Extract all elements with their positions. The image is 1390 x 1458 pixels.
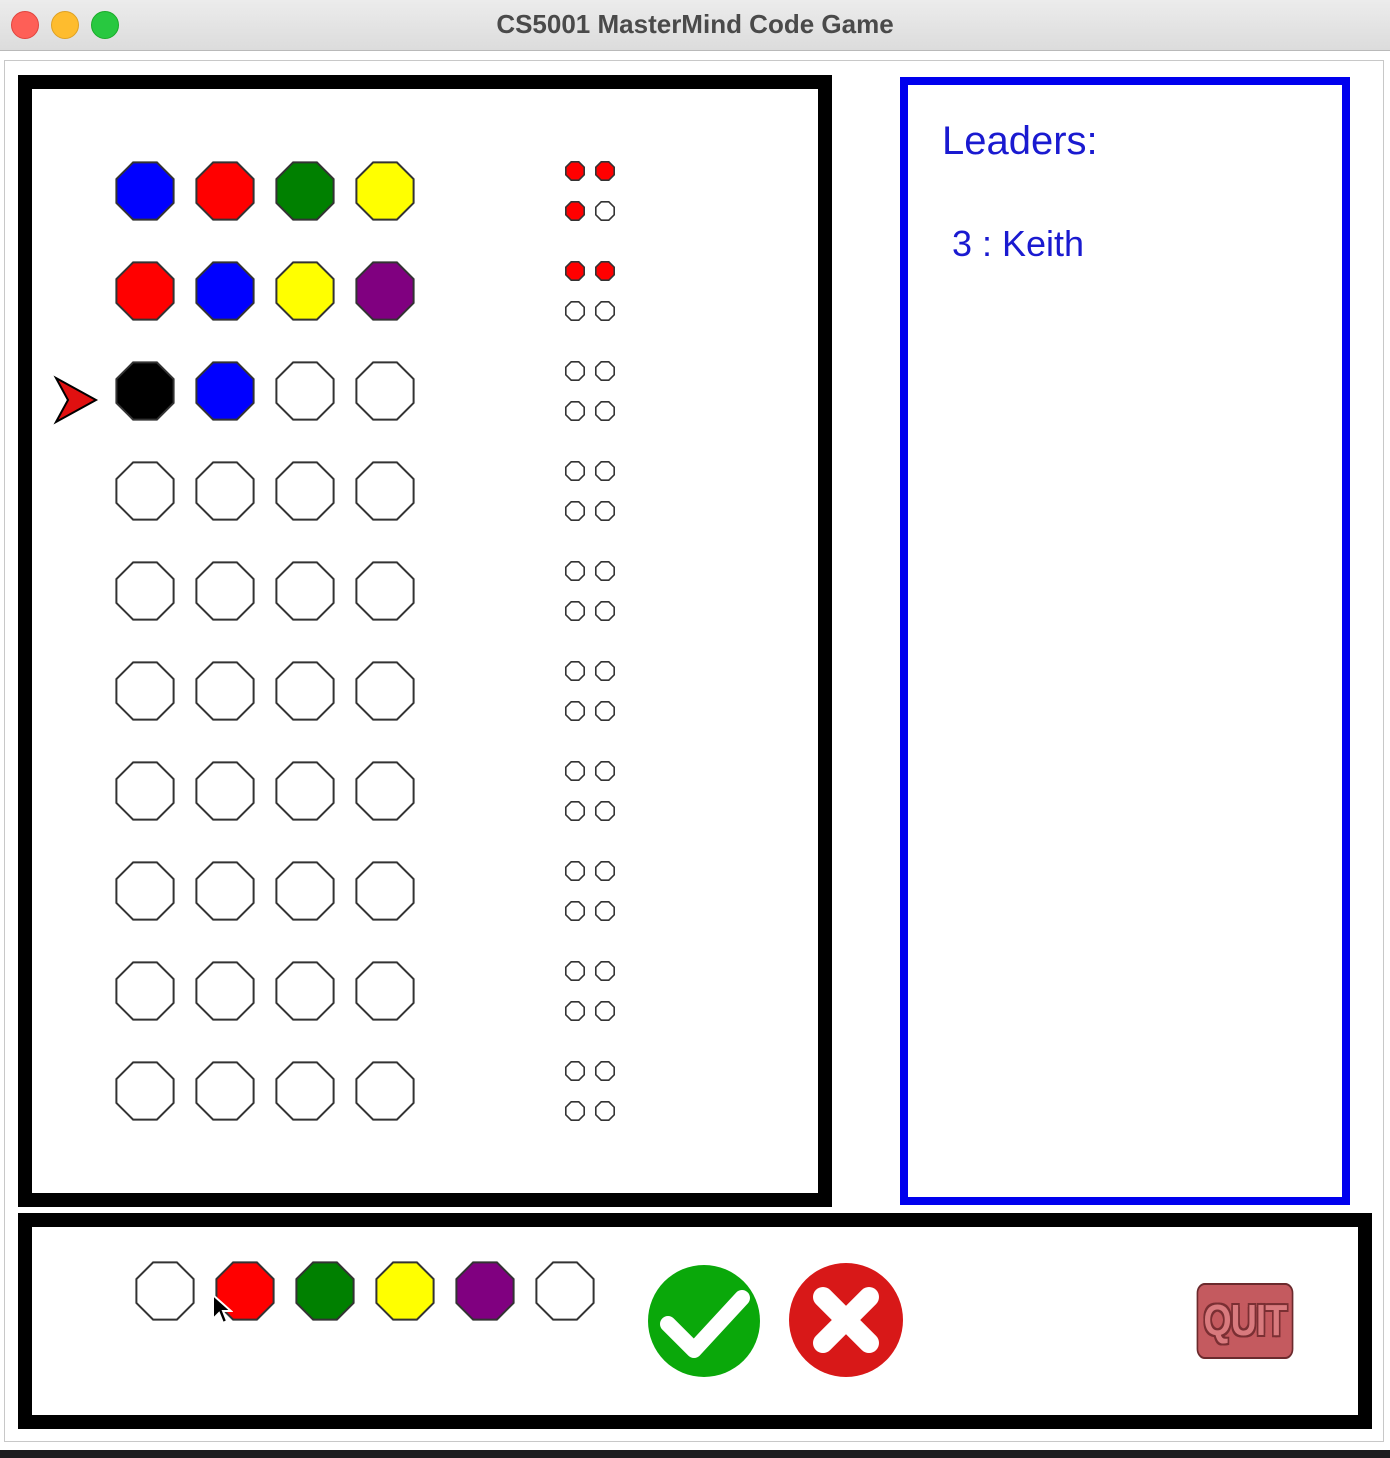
guess-peg-yellow (275, 261, 335, 321)
cancel-button[interactable] (787, 1260, 905, 1380)
feedback-peg-white (594, 201, 616, 221)
guess-peg-blue (195, 261, 255, 321)
feedback-peg-white (564, 300, 586, 322)
feedback-peg-white (564, 900, 586, 922)
feedback-peg-white (564, 600, 586, 622)
feedback-peg-white (564, 560, 586, 582)
feedback-peg-white (594, 1000, 616, 1022)
feedback-peg-white (564, 960, 586, 982)
guess-peg-white (115, 961, 175, 1021)
guess-peg-white (115, 561, 175, 621)
guess-peg-blue (115, 161, 175, 221)
feedback-peg-white (594, 900, 616, 922)
guess-peg-white (355, 361, 415, 421)
feedback-peg-white (594, 860, 616, 882)
mouse-cursor-icon (212, 1293, 233, 1325)
feedback-peg-red (594, 161, 616, 181)
guess-peg-white (275, 361, 335, 421)
guess-peg-red (195, 161, 255, 221)
guess-peg-white (275, 661, 335, 721)
guess-peg-purple (355, 261, 415, 321)
feedback-peg-white (594, 960, 616, 982)
feedback-peg-white (564, 700, 586, 722)
guess-peg-white (195, 761, 255, 821)
feedback-peg-white (594, 360, 616, 382)
guess-peg-white (115, 861, 175, 921)
feedback-peg-white (564, 1101, 586, 1121)
guess-peg-white (355, 861, 415, 921)
feedback-peg-white (594, 460, 616, 482)
quit-button[interactable]: QUIT (1196, 1283, 1294, 1359)
feedback-peg-white (594, 760, 616, 782)
guess-peg-yellow (355, 161, 415, 221)
guess-peg-white (195, 461, 255, 521)
guess-peg-white (355, 561, 415, 621)
feedback-peg-white (594, 500, 616, 522)
guess-peg-white (115, 1061, 175, 1121)
guess-peg-white (355, 961, 415, 1021)
guess-peg-white (355, 1061, 415, 1121)
guess-peg-white (355, 461, 415, 521)
guess-peg-white (195, 861, 255, 921)
game-window: CS5001 MasterMind Code Game Leaders: 3 :… (0, 0, 1390, 1450)
feedback-peg-white (564, 1000, 586, 1022)
feedback-peg-white (564, 500, 586, 522)
feedback-peg-white (594, 800, 616, 822)
guess-peg-blue (195, 361, 255, 421)
peg-layer (53, 161, 616, 1321)
guess-peg-white (275, 761, 335, 821)
guess-peg-white (115, 461, 175, 521)
feedback-peg-white (564, 760, 586, 782)
feedback-peg-red (564, 201, 586, 221)
guess-peg-white (195, 961, 255, 1021)
feedback-peg-white (564, 1061, 586, 1081)
feedback-peg-white (564, 800, 586, 822)
palette-peg-green[interactable] (295, 1261, 355, 1321)
guess-peg-white (195, 1061, 255, 1121)
current-row-arrow-icon (53, 375, 99, 425)
feedback-peg-white (594, 600, 616, 622)
guess-peg-green (275, 161, 335, 221)
guess-peg-white (195, 561, 255, 621)
feedback-peg-white (594, 300, 616, 322)
feedback-peg-white (594, 560, 616, 582)
feedback-peg-red (594, 260, 616, 282)
guess-peg-white (275, 561, 335, 621)
guess-peg-white (115, 661, 175, 721)
palette-peg-yellow[interactable] (375, 1261, 435, 1321)
feedback-peg-white (594, 1061, 616, 1081)
feedback-peg-white (594, 1101, 616, 1121)
guess-peg-white (275, 461, 335, 521)
feedback-peg-white (594, 660, 616, 682)
feedback-peg-red (564, 260, 586, 282)
feedback-peg-white (564, 860, 586, 882)
palette-peg-white[interactable] (535, 1261, 595, 1321)
palette-peg-white[interactable] (135, 1261, 195, 1321)
feedback-peg-white (564, 460, 586, 482)
guess-peg-white (195, 661, 255, 721)
feedback-peg-white (594, 400, 616, 422)
guess-peg-white (355, 661, 415, 721)
guess-peg-white (275, 1061, 335, 1121)
feedback-peg-white (564, 660, 586, 682)
guess-peg-white (115, 761, 175, 821)
feedback-peg-white (564, 360, 586, 382)
guess-peg-white (275, 861, 335, 921)
guess-peg-white (275, 961, 335, 1021)
feedback-peg-white (564, 400, 586, 422)
feedback-peg-red (564, 161, 586, 181)
check-button[interactable] (646, 1262, 762, 1380)
feedback-peg-white (594, 700, 616, 722)
palette-peg-purple[interactable] (455, 1261, 515, 1321)
guess-peg-white (355, 761, 415, 821)
guess-peg-red (115, 261, 175, 321)
guess-peg-black (115, 361, 175, 421)
